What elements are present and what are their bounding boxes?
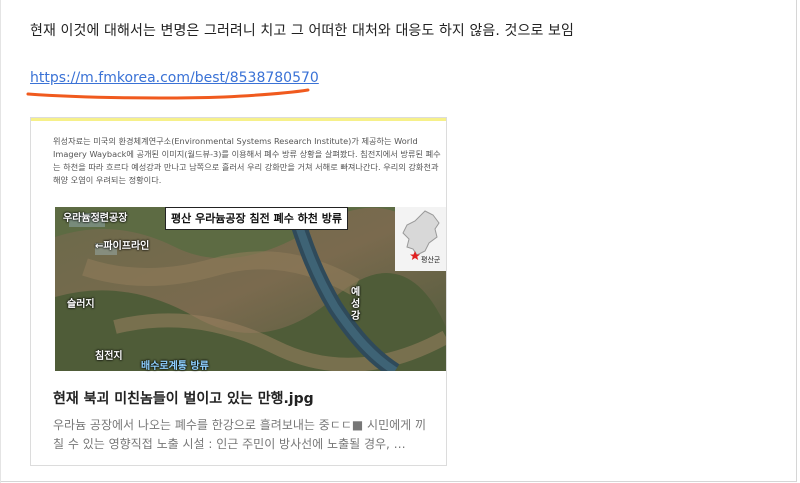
label-pipeline: ←파이프라인	[95, 241, 150, 252]
satellite-image: 평산 우라늄공장 침전 폐수 하천 방류 우라늄정련공장 ←파이프라인 슬러지 …	[55, 204, 446, 378]
label-drain: 배수로계통 방류	[141, 361, 209, 372]
label-river: 예성강	[351, 287, 361, 322]
label-county: 평산군	[421, 256, 441, 264]
image-title-label: 평산 우라늄공장 침전 폐수 하천 방류	[165, 207, 348, 230]
card-description: 우라늄 공장에서 나오는 폐수를 한강으로 흘려보내는 중ㄷㄷ■ 시민에게 끼칠…	[53, 418, 427, 451]
post-intro-text: 현재 이것에 대해서는 변명은 그러려니 치고 그 어떠한 대처와 대응도 하지…	[30, 23, 574, 39]
inset-map: 평산군	[395, 207, 446, 271]
label-settling: 침전지	[95, 351, 123, 362]
article-excerpt: 위성자료는 미국의 환경체계연구소(Environmental Systems …	[53, 136, 441, 185]
card-title[interactable]: 현재 북괴 미친놈들이 벌이고 있는 만행.jpg	[53, 388, 314, 408]
preview-image[interactable]: 위성자료는 미국의 환경체계연구소(Environmental Systems …	[31, 121, 446, 378]
left-border	[0, 0, 1, 483]
label-sludge: 슬러지	[67, 299, 95, 310]
link-preview-card[interactable]: 위성자료는 미국의 환경체계연구소(Environmental Systems …	[30, 117, 447, 466]
red-underline-annotation	[26, 88, 310, 100]
label-factory: 우라늄정련공장	[63, 213, 128, 224]
